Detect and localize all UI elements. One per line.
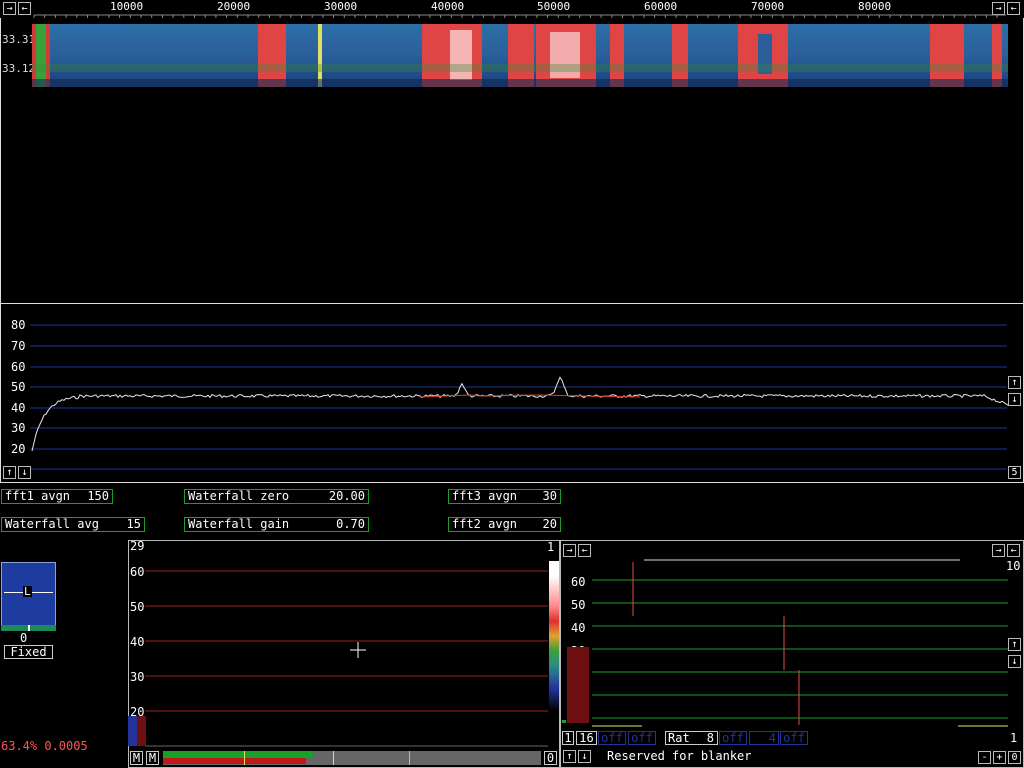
baseband-slider[interactable]: [163, 751, 541, 765]
slider-marker: [409, 751, 410, 765]
hires-zero-button[interactable]: 0: [1008, 751, 1021, 764]
spectrum-plot[interactable]: [0, 303, 1024, 483]
hires-bottom-right-label: 1: [1010, 731, 1018, 745]
hires-up-button[interactable]: ↑: [1008, 638, 1021, 651]
baseband-y-tick: 50: [130, 600, 145, 614]
fft3-avgn-field[interactable]: fft3 avgn 30: [448, 489, 561, 504]
freq-tick-label: 50000: [537, 0, 571, 13]
blanker-off1-button[interactable]: off: [598, 731, 626, 745]
fft3-avgn-value: 30: [542, 489, 557, 503]
blanker-off3-button[interactable]: off: [719, 731, 747, 745]
spectrum-range-box[interactable]: 5: [1008, 466, 1021, 479]
s-meter-marker: L: [23, 585, 32, 598]
hires-y-tick: 50: [571, 598, 586, 612]
rat-label: Rat: [668, 731, 690, 745]
freq-tick-label: 30000: [324, 0, 358, 13]
slider-marker: [333, 751, 334, 765]
s-meter-value: 0: [20, 631, 28, 645]
baseband-plot[interactable]: [128, 540, 560, 768]
spectrum-y-tick: 20: [11, 442, 26, 456]
color-scale-bar: [549, 561, 559, 711]
spectrum-y-tick: 30: [11, 421, 26, 435]
slider-marker: [244, 751, 245, 765]
waterfall-time-label: 33.31: [2, 33, 36, 46]
hires-minus-button[interactable]: -: [978, 751, 991, 764]
agc-mode-button[interactable]: Fixed: [4, 645, 53, 659]
baseband-level-bar-blue: [128, 716, 137, 746]
waterfall-time-label: 33.12: [2, 62, 36, 75]
spectrum-y-tick: 70: [11, 339, 26, 353]
waterfall-zero-value: 20.00: [328, 489, 365, 503]
fft2-avgn-field[interactable]: fft2 avgn 20: [448, 517, 561, 532]
freq-tick-label: 80000: [858, 0, 892, 13]
mode-m1-button[interactable]: M: [130, 751, 143, 765]
spectrum-y-tick: 40: [11, 401, 26, 415]
spectrum-gain-down-button[interactable]: ↓: [18, 466, 31, 479]
hires-plus-button[interactable]: +: [993, 751, 1006, 764]
hires-bottom-up-button[interactable]: ↑: [563, 750, 576, 763]
slider-red-fill: [163, 758, 306, 764]
baseband-y-tick: 40: [130, 635, 145, 649]
freq-tick-label: 20000: [217, 0, 251, 13]
hires-level-bar: [567, 647, 589, 723]
blanker-footer-text: Reserved for blanker: [607, 749, 752, 763]
fft1-avgn-label: fft1 avgn: [5, 489, 71, 503]
spectrum-y-tick: 60: [11, 360, 26, 374]
s-meter-bar: [1, 625, 56, 631]
fft3-avgn-label: fft3 avgn: [452, 489, 518, 503]
waterfall-gain-label: Waterfall gain: [188, 517, 290, 531]
hires-ctrl1-box[interactable]: 1: [562, 731, 574, 745]
freq-tick-label: 70000: [751, 0, 785, 13]
spectrum-zero-down-button[interactable]: ↓: [1008, 393, 1021, 406]
waterfall-avg-label: Waterfall avg: [5, 517, 99, 531]
spectrum-y-tick: 80: [11, 318, 26, 332]
rat-field[interactable]: Rat 8: [665, 731, 718, 745]
baseband-y-tick: 60: [130, 565, 145, 579]
freq-tick-label: 60000: [644, 0, 678, 13]
hires-top-right-label: 10: [1006, 559, 1021, 573]
spectrum-trace: [31, 376, 1009, 452]
waterfall-display[interactable]: [32, 24, 1008, 87]
fft2-avgn-value: 20: [542, 517, 557, 531]
baseband-top-right-label: 1: [547, 540, 555, 554]
status-text: 63.4% 0.0005: [1, 739, 88, 753]
waterfall-avg-field[interactable]: Waterfall avg 15: [1, 517, 145, 532]
blanker-off4-button[interactable]: off: [780, 731, 808, 745]
hires-down-button[interactable]: ↓: [1008, 655, 1021, 668]
baseband-zero-button[interactable]: 0: [544, 751, 557, 765]
rat-value: 8: [706, 731, 714, 745]
freq-tick-label: 10000: [110, 0, 144, 13]
mode-m2-button[interactable]: M: [146, 751, 159, 765]
baseband-y-tick: 30: [130, 670, 145, 684]
fft2-avgn-label: fft2 avgn: [452, 517, 518, 531]
spectrum-zero-up-button[interactable]: ↑: [1008, 376, 1021, 389]
hires-level-marker: [562, 720, 566, 723]
s-meter-bar-marker: [28, 625, 30, 631]
hires-bottom-down-button[interactable]: ↓: [578, 750, 591, 763]
fft1-avgn-value: 150: [87, 489, 109, 503]
hires-ctrl2-box[interactable]: 16: [576, 731, 597, 745]
waterfall-zero-field[interactable]: Waterfall zero 20.00: [184, 489, 369, 504]
waterfall-gain-value: 0.70: [336, 517, 365, 531]
fft1-avgn-field[interactable]: fft1 avgn 150: [1, 489, 113, 504]
hires-y-tick: 40: [571, 621, 586, 635]
spectrum-gain-up-button[interactable]: ↑: [3, 466, 16, 479]
blanker-off2-button[interactable]: off: [628, 731, 656, 745]
baseband-top-left-label: 29: [130, 539, 145, 553]
waterfall-avg-value: 15: [126, 517, 141, 531]
waterfall-gain-field[interactable]: Waterfall gain 0.70: [184, 517, 369, 532]
slider-green-fill: [163, 751, 313, 758]
freq-tick-label: 40000: [431, 0, 465, 13]
waterfall-zero-label: Waterfall zero: [188, 489, 290, 503]
baseband-level-bar-red: [137, 716, 146, 746]
blanker-num-box[interactable]: 4: [749, 731, 779, 745]
hires-y-tick: 60: [571, 575, 586, 589]
s-meter[interactable]: L: [1, 562, 56, 631]
spectrum-y-tick: 50: [11, 380, 26, 394]
